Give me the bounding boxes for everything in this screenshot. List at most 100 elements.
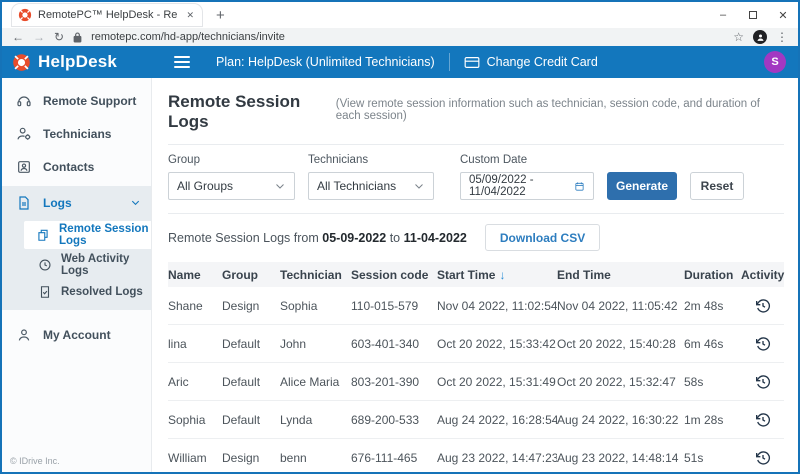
file-check-icon bbox=[40, 285, 50, 298]
sidebar-label: Remote Support bbox=[43, 93, 137, 108]
filters-bar: Group All Groups Technicians All Technic… bbox=[168, 145, 784, 214]
sidebar-label: Contacts bbox=[43, 159, 95, 174]
session-logs-icon bbox=[38, 229, 48, 241]
sidebar: Remote Support Technicians Contacts Logs… bbox=[2, 78, 152, 472]
url-bar[interactable]: remotepc.com/hd-app/technicians/invite bbox=[91, 31, 724, 43]
table-row: Aric Default Alice Maria 803-201-390 Oct… bbox=[168, 363, 784, 401]
column-header-name[interactable]: Name bbox=[168, 268, 222, 282]
browser-window: RemotePC™ HelpDesk - Remote ✕ + – ✕ ← → … bbox=[0, 0, 800, 474]
cell-name: Sophia bbox=[168, 412, 206, 427]
group-filter-label: Group bbox=[168, 154, 200, 166]
user-avatar[interactable]: S bbox=[764, 51, 786, 73]
cell-group: Default bbox=[222, 336, 261, 351]
cell-end-time: Oct 20 2022, 15:40:28 bbox=[557, 336, 676, 351]
cell-end-time: Aug 24 2022, 16:30:22 bbox=[557, 412, 679, 427]
cell-start-time: Oct 20 2022, 15:33:42 bbox=[437, 336, 556, 351]
group-select-value: All Groups bbox=[177, 179, 234, 193]
calendar-icon[interactable] bbox=[574, 180, 585, 193]
summary-to-date: 11-04-2022 bbox=[403, 230, 467, 245]
reload-icon[interactable]: ↻ bbox=[54, 31, 64, 43]
sidebar-item-logs[interactable]: Logs bbox=[2, 186, 151, 219]
window-close-icon[interactable]: ✕ bbox=[768, 2, 798, 28]
page-title: Remote Session Logs bbox=[168, 92, 301, 131]
tab-strip: RemotePC™ HelpDesk - Remote ✕ + – ✕ bbox=[2, 2, 798, 28]
column-header-duration[interactable]: Duration bbox=[684, 268, 741, 282]
group-select[interactable]: All Groups bbox=[168, 172, 295, 200]
cell-group: Default bbox=[222, 412, 261, 427]
sidebar-label: Logs bbox=[43, 195, 72, 210]
change-credit-card-button[interactable]: Change Credit Card bbox=[464, 55, 598, 69]
browser-profile-avatar[interactable] bbox=[753, 30, 767, 44]
cell-technician: Lynda bbox=[280, 412, 313, 427]
generate-button[interactable]: Generate bbox=[607, 172, 677, 200]
cell-end-time: Oct 20 2022, 15:32:47 bbox=[557, 374, 676, 389]
column-header-start-time[interactable]: Start Time ↓ bbox=[437, 268, 557, 282]
hamburger-menu-icon[interactable] bbox=[174, 56, 190, 68]
activity-history-icon[interactable] bbox=[755, 298, 771, 314]
browser-menu-icon[interactable]: ⋮ bbox=[776, 30, 788, 44]
technicians-filter-label: Technicians bbox=[308, 154, 369, 166]
summary-from-date: 05-09-2022 bbox=[322, 230, 387, 245]
cell-session-code: 603-401-340 bbox=[351, 336, 420, 351]
back-icon[interactable]: ← bbox=[12, 31, 24, 43]
favicon-lifebuoy-icon bbox=[18, 8, 32, 22]
table-body: Shane Design Sophia 110-015-579 Nov 04 2… bbox=[168, 287, 784, 472]
bookmark-star-icon[interactable]: ☆ bbox=[733, 30, 744, 44]
sidebar-label: Remote Session Logs bbox=[59, 223, 149, 247]
app-header: HelpDesk Plan: HelpDesk (Unlimited Techn… bbox=[2, 46, 798, 78]
technician-icon bbox=[17, 127, 31, 140]
sidebar-item-remote-support[interactable]: Remote Support bbox=[2, 84, 151, 117]
sidebar-item-my-account[interactable]: My Account bbox=[2, 318, 151, 351]
reset-button[interactable]: Reset bbox=[690, 172, 744, 200]
column-header-group[interactable]: Group bbox=[222, 268, 280, 282]
cell-name: Aric bbox=[168, 374, 189, 389]
sort-descending-icon[interactable]: ↓ bbox=[499, 268, 505, 282]
headset-icon bbox=[17, 95, 31, 106]
forward-icon[interactable]: → bbox=[33, 31, 45, 43]
sidebar-label: Web Activity Logs bbox=[61, 252, 130, 277]
cell-name: Shane bbox=[168, 298, 203, 313]
clock-icon bbox=[39, 258, 51, 271]
sidebar-item-web-activity-logs[interactable]: Web Activity Logs bbox=[2, 251, 151, 278]
new-tab-icon[interactable]: + bbox=[216, 7, 225, 24]
custom-date-label: Custom Date bbox=[460, 154, 528, 166]
sidebar-item-contacts[interactable]: Contacts bbox=[2, 150, 151, 183]
summary-text: Remote Session Logs from 05-09-2022 to 1… bbox=[168, 230, 467, 245]
activity-history-icon[interactable] bbox=[755, 450, 771, 466]
date-range-value: 05/09/2022 - 11/04/2022 bbox=[469, 174, 534, 198]
brand[interactable]: HelpDesk bbox=[2, 52, 150, 72]
activity-history-icon[interactable] bbox=[755, 336, 771, 352]
chevron-down-icon bbox=[276, 184, 284, 189]
minimize-icon[interactable]: – bbox=[708, 2, 738, 28]
main-content: Remote Session Logs (View remote session… bbox=[152, 78, 798, 472]
sidebar-item-technicians[interactable]: Technicians bbox=[2, 117, 151, 150]
table-row: Sophia Default Lynda 689-200-533 Aug 24 … bbox=[168, 401, 784, 439]
table-row: lina Default John 603-401-340 Oct 20 202… bbox=[168, 325, 784, 363]
activity-history-icon[interactable] bbox=[755, 374, 771, 390]
chevron-down-icon bbox=[415, 184, 423, 189]
sidebar-item-resolved-logs[interactable]: Resolved Logs bbox=[2, 278, 151, 305]
tab-close-icon[interactable]: ✕ bbox=[184, 10, 196, 21]
browser-tab[interactable]: RemotePC™ HelpDesk - Remote ✕ bbox=[12, 4, 202, 26]
restore-icon[interactable] bbox=[738, 2, 768, 28]
cell-session-code: 689-200-533 bbox=[351, 412, 420, 427]
cell-duration: 58s bbox=[684, 374, 704, 389]
cell-group: Design bbox=[222, 298, 260, 313]
table-header: Name Group Technician Session code Start… bbox=[168, 262, 784, 287]
sidebar-item-remote-session-logs[interactable]: Remote Session Logs bbox=[24, 221, 151, 249]
cell-session-code: 676-111-465 bbox=[351, 450, 418, 465]
column-header-activity[interactable]: Activity bbox=[741, 268, 784, 282]
padlock-icon bbox=[73, 32, 82, 43]
technicians-select[interactable]: All Technicians bbox=[308, 172, 434, 200]
cell-technician: John bbox=[280, 336, 307, 351]
column-header-technician[interactable]: Technician bbox=[280, 268, 351, 282]
date-range-input[interactable]: 05/09/2022 - 11/04/2022 bbox=[460, 172, 594, 200]
column-header-end-time[interactable]: End Time bbox=[557, 268, 684, 282]
download-csv-button[interactable]: Download CSV bbox=[484, 224, 601, 251]
cell-start-time: Aug 23 2022, 14:47:23 bbox=[437, 450, 557, 465]
copyright-label: © IDrive Inc. bbox=[10, 456, 60, 466]
plan-label: Plan: HelpDesk (Unlimited Technicians) bbox=[216, 55, 435, 69]
column-header-session-code[interactable]: Session code bbox=[351, 268, 437, 282]
cell-start-time: Nov 04 2022, 11:02:54 bbox=[437, 298, 557, 313]
activity-history-icon[interactable] bbox=[755, 412, 771, 428]
